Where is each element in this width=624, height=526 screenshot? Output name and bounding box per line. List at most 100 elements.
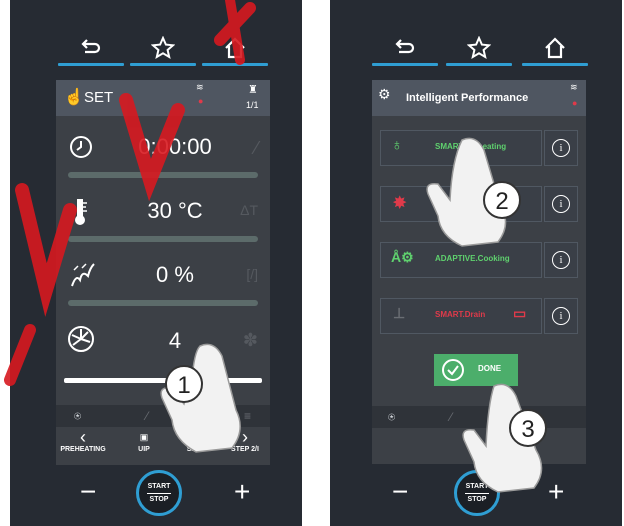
info-button[interactable]: i: [544, 186, 578, 222]
back-button[interactable]: [370, 30, 440, 66]
adaptive-cooking-button[interactable]: Å⚙ ADAPTIVE.Cooking: [380, 242, 542, 278]
smart-preheating-label: SMART.Preheating: [435, 142, 507, 151]
smart-preheating-button[interactable]: ♁ SMART.Preheating: [380, 130, 542, 166]
favorites-button[interactable]: [444, 30, 514, 66]
humidity-value: 0 %: [156, 262, 194, 287]
nav-underline: [58, 63, 124, 66]
info-button[interactable]: i: [544, 130, 578, 166]
fan-slider-track[interactable]: [64, 378, 262, 383]
temperature-value: 30 °C: [147, 198, 203, 223]
drain-icon: ⊥: [393, 305, 406, 321]
home-icon: [545, 37, 565, 59]
probe-icon: ⁄: [146, 409, 149, 423]
save-icon: ▦: [190, 430, 202, 444]
nav-underline: [372, 63, 438, 66]
temperature-row[interactable]: 30 °C ΔT: [56, 184, 270, 244]
fan-icon: ✽: [242, 330, 258, 350]
star-icon: [467, 36, 491, 60]
probe-icon: ⁄: [450, 410, 453, 424]
drop-icon: ●: [198, 96, 204, 106]
step-label: STEP 2/I: [231, 446, 259, 453]
intelligent-performance-screen: ⚙ Intelligent Performance ≋ ● ♁ SMART.Pr…: [372, 80, 586, 464]
done-label: DONE: [478, 364, 502, 373]
start-stop-button[interactable]: START STOP: [136, 470, 182, 516]
stack-icon: ≡: [244, 409, 252, 423]
right-control-panel: ⚙ Intelligent Performance ≋ ● ♁ SMART.Pr…: [330, 0, 622, 526]
adaptive-icon: Å⚙: [391, 249, 414, 265]
info-icon: i: [552, 195, 570, 213]
top-navigation: [330, 30, 622, 70]
start-stop-button[interactable]: START STOP: [454, 470, 500, 516]
info-icon: i: [552, 251, 570, 269]
uip-button[interactable]: ▣ UIP: [126, 428, 162, 453]
humidity-row[interactable]: 0 % [/]: [56, 248, 270, 308]
ip-option-button[interactable]: ✸: [380, 186, 542, 222]
divider-line: [147, 492, 171, 494]
wifi-icon: ≋: [196, 82, 204, 92]
program-nav: ‹ PREHEATING ▣ UIP ▦ SAVE › STEP 2/I: [56, 428, 270, 464]
fan-row[interactable]: 4 ✽: [56, 312, 270, 392]
save-label: SAVE: [186, 446, 206, 453]
uip-icon: ▣: [139, 432, 149, 442]
drop-icon: ●: [572, 98, 578, 108]
clock-icon: [70, 136, 92, 158]
probe-icon: ⁄: [254, 138, 258, 158]
back-button[interactable]: [56, 30, 126, 66]
smart-drain-button[interactable]: ⊥ SMART.Drain ▭: [380, 298, 542, 334]
hand-icon: ☝: [64, 89, 84, 106]
uip-label: UIP: [138, 446, 150, 453]
row-divider: [68, 172, 258, 178]
save-button[interactable]: ▦ SAVE: [178, 428, 214, 453]
step-counter: 1/1: [246, 100, 259, 110]
done-button[interactable]: DONE: [434, 354, 518, 386]
nav-underline: [446, 63, 512, 66]
header-title: Intelligent Performance: [406, 92, 529, 104]
empty-nav-area: [372, 430, 586, 464]
left-control-panel: ☝ SET ≋ ● ♜ 1/1 0:00:00 ⁄ 30 °C ΔT 0 % […: [10, 0, 302, 526]
delta-t-label: ΔT: [240, 202, 258, 218]
bottom-controls: − START STOP +: [10, 470, 302, 520]
decrease-button[interactable]: −: [392, 478, 408, 506]
divider-line: [465, 492, 489, 494]
back-arrow-icon: [81, 39, 101, 54]
time-row[interactable]: 0:00:00 ⁄: [56, 120, 270, 180]
info-button[interactable]: i: [544, 298, 578, 334]
fan-speed-value: 4: [168, 328, 182, 353]
info-icon: i: [552, 139, 570, 157]
checkmark-icon: [447, 365, 459, 376]
increase-button[interactable]: +: [548, 478, 564, 506]
top-navigation: [10, 30, 302, 70]
bottom-controls: − START STOP +: [330, 470, 622, 520]
stop-label: STOP: [467, 495, 487, 503]
preheating-label: PREHEATING: [60, 446, 106, 453]
home-button[interactable]: [520, 30, 590, 66]
row-divider: [68, 300, 258, 306]
probe-icon: ⍟: [74, 409, 82, 423]
bulb-icon: ♁: [391, 137, 403, 154]
star-icon: [151, 36, 175, 60]
favorites-button[interactable]: [128, 30, 198, 66]
ip-header: ⚙ Intelligent Performance ≋ ●: [372, 80, 586, 116]
increase-button[interactable]: +: [234, 478, 250, 506]
probe-icon: ⍟: [388, 410, 396, 424]
status-bar: ⍟ ⁄ ≡: [56, 405, 270, 427]
home-icon: [225, 37, 245, 59]
nav-underline: [202, 63, 268, 66]
decrease-button[interactable]: −: [80, 478, 96, 506]
row-divider: [68, 236, 258, 242]
start-label: START: [147, 482, 171, 490]
chevron-left-icon: ‹: [80, 427, 86, 447]
ip-icon: ⚙: [378, 86, 391, 102]
nav-underline: [130, 63, 196, 66]
wifi-icon: ≋: [570, 82, 578, 92]
info-icon: i: [552, 307, 570, 325]
home-button[interactable]: [200, 30, 270, 66]
drain-box-icon: ▭: [513, 305, 527, 321]
preheating-button[interactable]: ‹ PREHEATING: [58, 428, 108, 453]
time-value: 0:00:00: [138, 134, 212, 159]
info-button[interactable]: i: [544, 242, 578, 278]
nav-underline: [522, 63, 588, 66]
status-bar: ⍟ ⁄: [372, 406, 586, 428]
back-arrow-icon: [395, 39, 415, 54]
next-step-button[interactable]: › STEP 2/I: [222, 428, 268, 453]
